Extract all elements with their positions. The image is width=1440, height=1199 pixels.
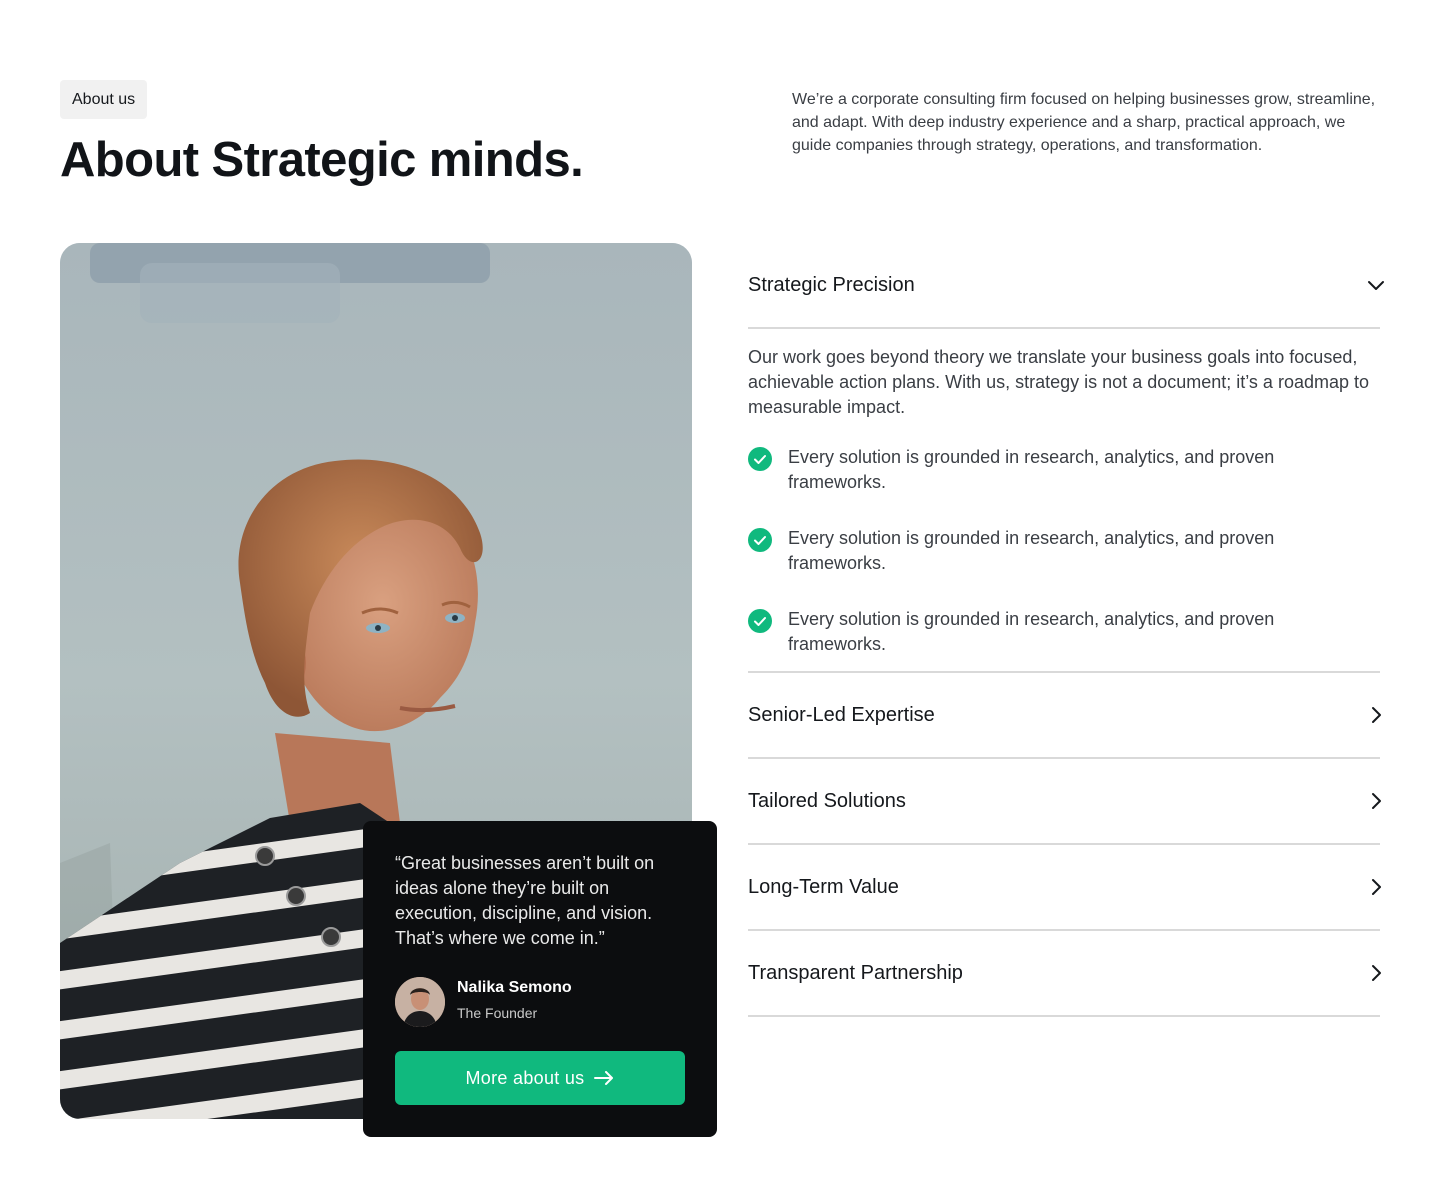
accordion-item-transparent-partnership: Transparent Partnership — [748, 931, 1381, 1017]
accordion-description: Our work goes beyond theory we translate… — [748, 347, 1369, 417]
list-item: Every solution is grounded in research, … — [748, 526, 1348, 576]
chevron-right-icon[interactable] — [1366, 877, 1381, 897]
arrow-right-icon — [594, 1071, 614, 1085]
features-accordion: Strategic Precision Our work goes beyond… — [748, 243, 1384, 1017]
author-name: Nalika Semono — [457, 979, 572, 996]
list-item: Every solution is grounded in research, … — [748, 607, 1348, 657]
more-about-us-label: More about us — [465, 1067, 585, 1088]
check-circle-icon — [748, 447, 772, 471]
accordion-title: Senior-Led Expertise — [748, 703, 935, 726]
founder-quote: “Great businesses aren’t built on ideas … — [395, 853, 655, 948]
check-circle-icon — [748, 609, 772, 633]
accordion-header-tailored-solutions[interactable]: Tailored Solutions — [748, 759, 1381, 843]
chevron-right-icon[interactable] — [1366, 791, 1381, 811]
chevron-right-icon[interactable] — [1366, 705, 1381, 725]
author-block: Nalika Semono The Founder — [395, 977, 685, 1027]
more-about-us-button[interactable]: More about us — [395, 1051, 685, 1105]
point-text: Every solution is grounded in research, … — [788, 528, 1275, 573]
intro-paragraph: We’re a corporate consulting firm focuse… — [792, 91, 1376, 154]
point-text: Every solution is grounded in research, … — [788, 609, 1275, 654]
accordion-title: Transparent Partnership — [748, 961, 963, 984]
accordion-title: Tailored Solutions — [748, 789, 906, 812]
accordion-item-long-term-value: Long-Term Value — [748, 845, 1381, 931]
page-title: About Strategic minds. — [60, 133, 584, 187]
accordion-header-transparent-partnership[interactable]: Transparent Partnership — [748, 931, 1381, 1015]
accordion-item-senior-led-expertise: Senior-Led Expertise — [748, 673, 1381, 759]
accordion-panel: Our work goes beyond theory we translate… — [748, 329, 1380, 671]
author-role: The Founder — [457, 1005, 538, 1021]
accordion-header-senior-led-expertise[interactable]: Senior-Led Expertise — [748, 673, 1381, 757]
accordion-header-long-term-value[interactable]: Long-Term Value — [748, 845, 1381, 929]
list-item: Every solution is grounded in research, … — [748, 445, 1348, 495]
point-text: Every solution is grounded in research, … — [788, 447, 1275, 492]
check-circle-icon — [748, 528, 772, 552]
accordion-item-tailored-solutions: Tailored Solutions — [748, 759, 1381, 845]
chevron-down-icon[interactable] — [1366, 275, 1384, 295]
accordion-title: Long-Term Value — [748, 875, 899, 898]
feature-points: Every solution is grounded in research, … — [748, 445, 1380, 657]
accordion-item-strategic-precision: Strategic Precision Our work goes beyond… — [748, 243, 1384, 673]
chevron-right-icon[interactable] — [1366, 963, 1381, 983]
avatar — [395, 977, 445, 1027]
accordion-title: Strategic Precision — [748, 273, 915, 296]
accordion-header-strategic-precision[interactable]: Strategic Precision — [748, 243, 1384, 329]
founder-quote-card: “Great businesses aren’t built on ideas … — [363, 821, 717, 1137]
section-tag: About us — [60, 80, 148, 119]
